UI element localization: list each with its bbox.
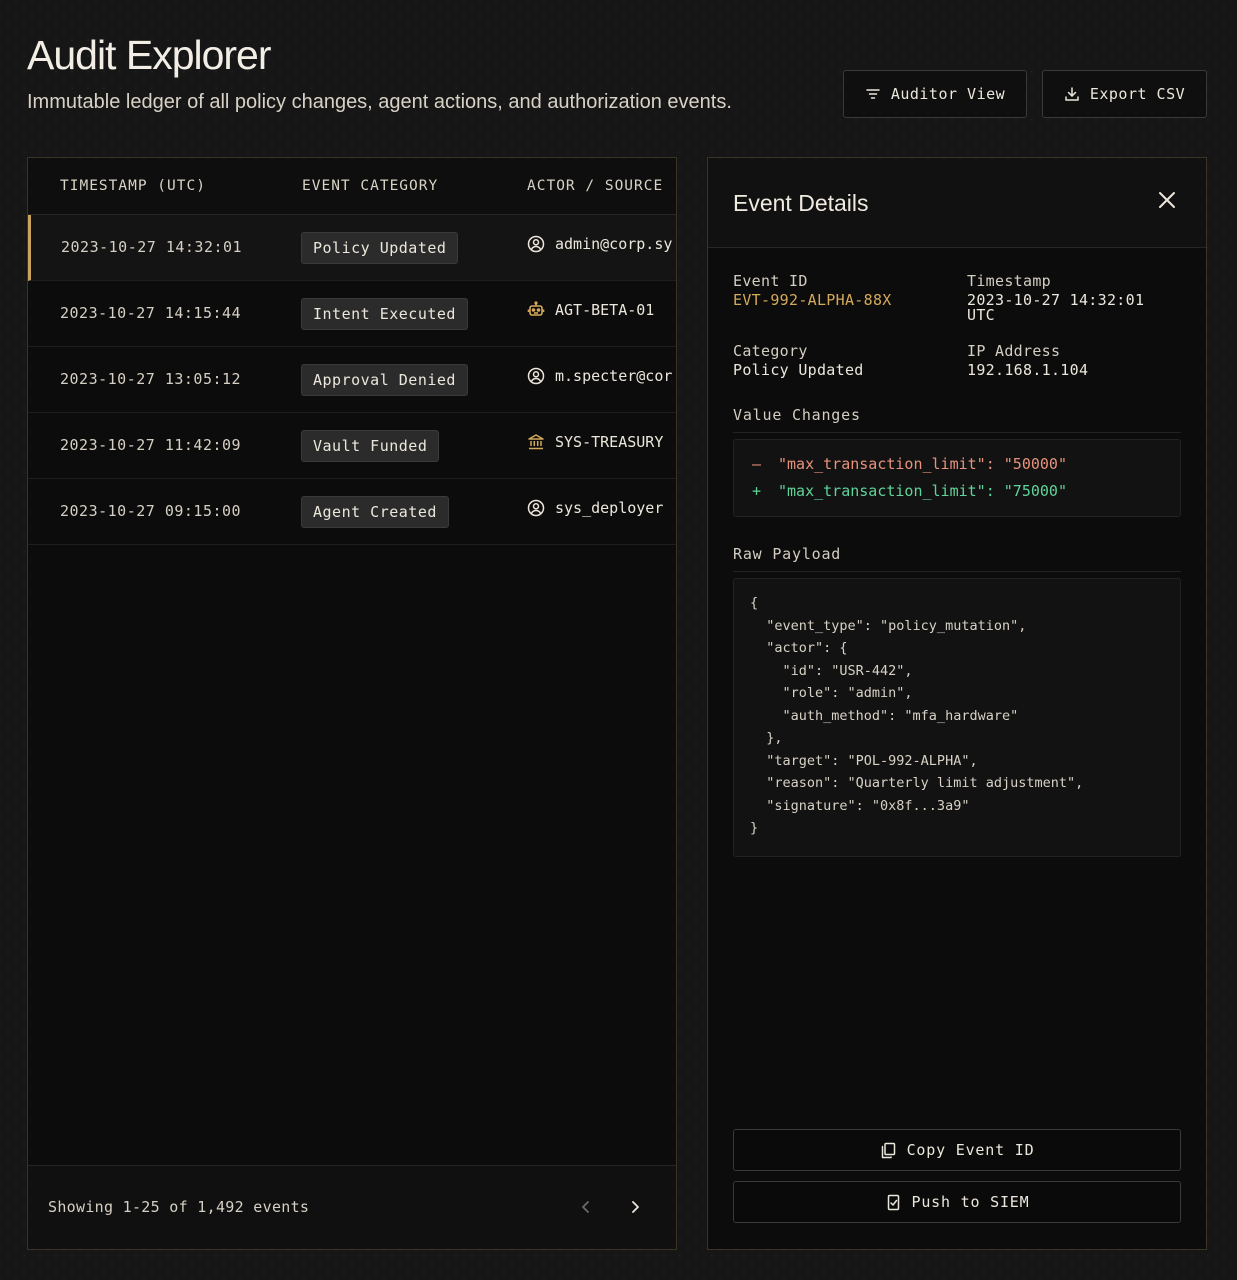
- category-badge: Approval Denied: [301, 364, 468, 396]
- actor-name: SYS-TREASURY: [555, 433, 664, 451]
- payload-line: "actor": {: [750, 640, 848, 656]
- row-timestamp: 2023-10-27 09:15:00: [60, 502, 242, 520]
- row-timestamp: 2023-10-27 13:05:12: [60, 370, 242, 388]
- auditor-view-button[interactable]: Auditor View: [843, 70, 1027, 118]
- payload-line: "event_type": "policy_mutation",: [750, 617, 1027, 634]
- diff-removed-text: "max_transaction_limit": "50000": [778, 455, 1067, 473]
- payload-line: "target": "POL-992-ALPHA",: [750, 752, 978, 769]
- row-actor: m.specter@cor: [527, 367, 672, 385]
- payload-line: "auth_method": "mfa_hardware": [750, 707, 1019, 724]
- value-changes-label: Value Changes: [733, 406, 1181, 433]
- table-row[interactable]: 2023-10-27 14:15:44 Intent Executed AGT-…: [28, 281, 676, 347]
- row-actor: SYS-TREASURY: [527, 433, 663, 451]
- row-actor: sys_deployer: [527, 499, 663, 517]
- event-details-title: Event Details: [733, 190, 869, 216]
- download-icon: [1065, 87, 1079, 101]
- category-value: Policy Updated: [733, 361, 864, 379]
- row-timestamp: 2023-10-27 11:42:09: [60, 436, 242, 454]
- diff-minus-sign: —: [752, 455, 762, 473]
- table-header: TIMESTAMP (UTC) EVENT CATEGORY ACTOR / S…: [28, 158, 676, 215]
- column-header-category: EVENT CATEGORY: [302, 178, 439, 194]
- diff-plus-sign: +: [752, 482, 762, 500]
- category-badge: Policy Updated: [301, 232, 459, 264]
- close-button[interactable]: [1153, 186, 1181, 214]
- row-timestamp: 2023-10-27 14:15:44: [60, 304, 242, 322]
- column-header-timestamp: TIMESTAMP (UTC): [60, 178, 206, 194]
- user-circle-icon: [527, 367, 545, 385]
- audit-table: TIMESTAMP (UTC) EVENT CATEGORY ACTOR / S…: [27, 157, 677, 1250]
- copy-event-id-label: Copy Event ID: [906, 1141, 1035, 1159]
- robot-icon: [527, 301, 545, 316]
- copy-icon: [881, 1142, 895, 1158]
- payload-line: "signature": "0x8f...3a9": [750, 797, 970, 814]
- chevron-right-icon: [632, 1201, 639, 1213]
- category-badge: Vault Funded: [301, 430, 440, 462]
- row-timestamp: 2023-10-27 14:32:01: [61, 238, 243, 256]
- clipboard-check-icon: [887, 1194, 899, 1210]
- category-badge: Agent Created: [301, 496, 449, 528]
- row-actor: admin@corp.sy: [527, 235, 672, 253]
- ip-address-value: 192.168.1.104: [967, 361, 1089, 379]
- diff-added-line: + "max_transaction_limit": "75000": [752, 482, 1067, 500]
- event-details-panel: Event Details Event ID EVT-992-ALPHA-88X…: [707, 157, 1207, 1250]
- table-row[interactable]: 2023-10-27 14:32:01 Policy Updated admin…: [28, 215, 676, 281]
- payload-line: {: [750, 595, 759, 611]
- push-to-siem-button[interactable]: Push to SIEM: [733, 1181, 1181, 1223]
- payload-line: "role": "admin",: [750, 685, 913, 701]
- chevron-left-icon: [582, 1201, 589, 1213]
- category-badge: Intent Executed: [301, 298, 468, 330]
- bank-icon: [528, 434, 544, 450]
- row-actor: AGT-BETA-01: [527, 301, 654, 319]
- table-row[interactable]: 2023-10-27 13:05:12 Approval Denied m.sp…: [28, 347, 676, 413]
- export-csv-label: Export CSV: [1089, 85, 1186, 103]
- category-label: Category: [733, 342, 808, 360]
- column-header-actor: ACTOR / SOURCE: [527, 178, 664, 194]
- event-id-value: EVT-992-ALPHA-88X: [733, 291, 892, 309]
- ip-address-label: IP Address: [967, 342, 1061, 360]
- table-row[interactable]: 2023-10-27 11:42:09 Vault Funded SYS-TRE…: [28, 413, 676, 479]
- raw-payload-label: Raw Payload: [733, 545, 1181, 572]
- user-circle-icon: [527, 235, 545, 253]
- payload-line: "id": "USR-442",: [750, 662, 913, 679]
- close-icon: [1159, 192, 1175, 208]
- payload-line: }: [750, 820, 759, 836]
- event-id-label: Event ID: [733, 272, 808, 290]
- timestamp-zone: UTC: [967, 306, 995, 324]
- payload-line: "reason": "Quarterly limit adjustment",: [750, 775, 1084, 791]
- raw-payload-block: { "event_type": "policy_mutation", "acto…: [733, 578, 1181, 857]
- payload-line: },: [750, 730, 783, 746]
- table-row[interactable]: 2023-10-27 09:15:00 Agent Created sys_de…: [28, 479, 676, 545]
- event-details-header: Event Details: [708, 158, 1206, 248]
- copy-event-id-button[interactable]: Copy Event ID: [733, 1129, 1181, 1171]
- actor-name: sys_deployer: [555, 499, 664, 517]
- diff-added-text: "max_transaction_limit": "75000": [778, 482, 1067, 500]
- value-changes-diff: — "max_transaction_limit": "50000" + "max_…: [733, 439, 1181, 517]
- actor-name: admin@corp.sy: [555, 235, 673, 253]
- diff-removed-line: — "max_transaction_limit": "50000": [752, 455, 1067, 473]
- actor-name: AGT-BETA-01: [555, 301, 655, 319]
- push-to-siem-label: Push to SIEM: [911, 1193, 1030, 1211]
- timestamp-label: Timestamp: [967, 272, 1051, 290]
- actor-name: m.specter@cor: [555, 367, 673, 385]
- previous-page-button[interactable]: [573, 1194, 599, 1220]
- page-subtitle: Immutable ledger of all policy changes, …: [27, 91, 732, 113]
- next-page-button[interactable]: [622, 1194, 648, 1220]
- auditor-view-label: Auditor View: [890, 85, 1006, 103]
- page-title: Audit Explorer: [27, 32, 272, 78]
- user-circle-icon: [527, 499, 545, 517]
- export-csv-button[interactable]: Export CSV: [1042, 70, 1207, 118]
- filter-icon: [866, 89, 880, 99]
- pagination-summary: Showing 1-25 of 1,492 events: [48, 1198, 310, 1216]
- table-footer: Showing 1-25 of 1,492 events: [28, 1165, 676, 1249]
